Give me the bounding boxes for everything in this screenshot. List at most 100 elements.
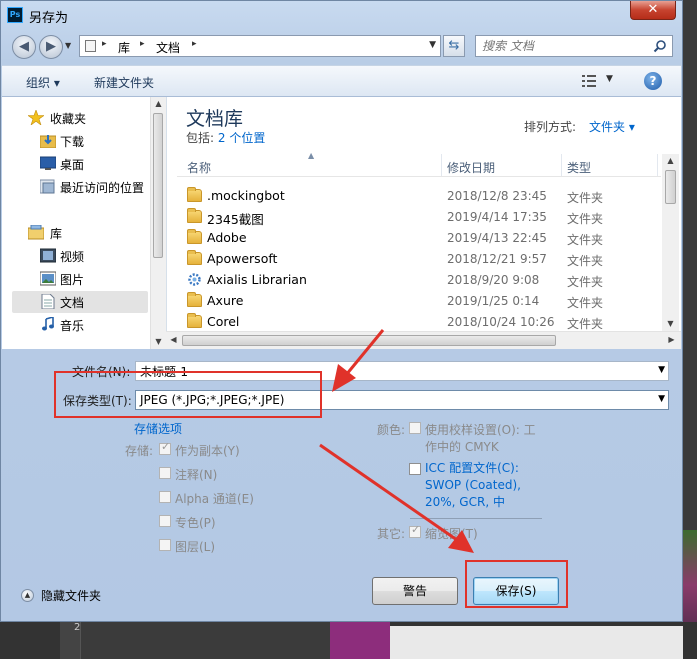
back-button[interactable]: ◀ [12,35,36,59]
view-options-icon[interactable] [582,75,596,87]
sidebar-item-music[interactable]: 音乐 [2,314,150,336]
file-type: 文件夹 [567,233,604,247]
breadcrumb-documents[interactable]: 文档 [156,39,180,56]
forward-button[interactable]: ▶ [39,35,63,59]
sidebar-item-libraries[interactable]: 库 [2,222,150,244]
scroll-up-arrow[interactable]: ▲ [662,154,679,168]
help-icon[interactable]: ? [644,72,662,90]
scroll-down-arrow[interactable]: ▼ [662,317,679,331]
close-button[interactable]: ✕ [630,1,676,20]
chevron-down-icon[interactable]: ▼ [658,365,665,375]
gear-folder-icon [188,273,201,286]
view-dropdown-icon[interactable]: ▼ [606,74,613,84]
scroll-left-arrow[interactable]: ◀ [166,333,181,347]
scroll-thumb[interactable] [153,113,163,258]
as-copy-label: 作为副本(Y) [175,444,240,458]
file-row[interactable]: Axure 2019/1/25 0:14 文件夹 [177,291,661,312]
sidebar-item-desktop[interactable]: 桌面 [2,153,150,175]
file-row[interactable]: Axialis Librarian 2018/9/20 9:08 文件夹 [177,270,661,291]
file-date: 2018/12/21 9:57 [447,252,547,266]
file-row[interactable]: Apowersoft 2018/12/21 9:57 文件夹 [177,249,661,270]
save-options-link[interactable]: 存储选项 [134,420,182,437]
sidebar-item-downloads[interactable]: 下载 [2,130,150,152]
proof-setup-label-line2: 作中的 CMYK [425,440,499,454]
background-document [390,626,683,659]
file-row[interactable]: Corel 2018/10/24 10:26 文件夹 [177,312,661,333]
title-bar[interactable]: Ps 另存为 ✕ [1,1,682,31]
locations-link[interactable]: 2 个位置 [218,131,265,145]
annotations-checkbox[interactable] [159,467,171,479]
video-icon [40,248,56,263]
column-type[interactable]: 类型 [567,159,591,176]
scroll-down-arrow[interactable]: ▼ [151,335,166,349]
recent-pages-dropdown[interactable]: ▼ [65,41,71,50]
proof-setup-checkbox[interactable] [409,422,421,434]
file-row[interactable]: 2345截图 2019/4/14 17:35 文件夹 [177,207,661,228]
new-folder-button[interactable]: 新建文件夹 [94,74,154,91]
file-name: Adobe [207,230,247,245]
file-type: 文件夹 [567,254,604,268]
chevron-right-icon[interactable]: ▸ [140,39,145,49]
warning-button[interactable]: 警告 [372,577,458,605]
column-date[interactable]: 修改日期 [447,159,495,176]
chevron-right-icon[interactable]: ▸ [102,39,107,49]
file-row[interactable]: Adobe 2019/4/13 22:45 文件夹 [177,228,661,249]
address-dropdown-icon[interactable]: ▼ [429,40,436,50]
library-includes: 包括: 2 个位置 [186,129,265,146]
refresh-button[interactable]: ⇆ [443,35,465,57]
file-name: Corel [207,314,240,329]
color-label: 颜色: [377,423,406,437]
sidebar-item-recent[interactable]: 最近访问的位置 [2,176,150,198]
other-label: 其它: [377,527,406,541]
sidebar-item-pictures[interactable]: 图片 [2,268,150,290]
file-name: 2345截图 [207,212,264,227]
alpha-channels-checkbox[interactable] [159,491,171,503]
organize-button[interactable]: 组织 ▾ [26,74,60,91]
chevron-right-icon[interactable]: ▸ [192,39,197,49]
file-type: 文件夹 [567,275,604,289]
file-type: 文件夹 [567,191,604,205]
thumbnail-checkbox[interactable] [409,523,421,538]
sidebar-item-favorites[interactable]: 收藏夹 [2,107,150,129]
sidebar-scrollbar[interactable]: ▲ ▼ [150,97,166,349]
as-copy-checkbox[interactable] [159,440,171,455]
column-divider[interactable] [561,154,562,176]
scroll-up-arrow[interactable]: ▲ [151,97,166,111]
column-divider[interactable] [441,154,442,176]
arrange-by-label: 排列方式: [524,120,577,134]
column-divider[interactable] [657,154,658,176]
music-icon [42,317,54,331]
address-bar[interactable]: ▸ 库 ▸ 文档 ▸ ▼ [79,35,441,57]
chevron-down-icon[interactable]: ▼ [658,394,665,404]
layers-checkbox[interactable] [159,539,171,551]
file-list-scrollbar[interactable]: ▲ ▼ [662,154,679,335]
alpha-channels-label: Alpha 通道(E) [175,492,254,506]
sidebar-item-videos[interactable]: 视频 [2,245,150,267]
search-input[interactable] [482,39,642,53]
sidebar-item-documents[interactable]: 文档 [12,291,148,313]
file-row[interactable]: .mockingbot 2018/12/8 23:45 文件夹 [177,186,661,207]
scroll-right-arrow[interactable]: ▶ [664,333,679,347]
document-icon [41,294,55,309]
horizontal-scrollbar[interactable]: ◀ ▶ [166,331,681,349]
search-box[interactable] [475,35,673,57]
file-date: 2018/12/8 23:45 [447,189,547,203]
scroll-thumb[interactable] [665,170,676,204]
background-canvas-color [330,622,390,659]
breadcrumb-library[interactable]: 库 [118,39,130,56]
spot-colors-checkbox[interactable] [159,515,171,527]
sort-up-icon: ▲ [308,151,315,160]
scroll-thumb[interactable] [182,335,556,346]
search-icon[interactable] [653,39,667,53]
navigation-pane: 收藏夹 下载 桌面 最近访问的位置 库 视频 图片 文档 音乐 ▲ ▼ [2,97,167,349]
column-name[interactable]: 名称 [187,159,211,176]
library-icon [85,40,96,52]
folder-icon [187,208,202,223]
icc-profile-checkbox[interactable] [409,463,421,475]
toolbar: 组织 ▾ 新建文件夹 ▼ ? [2,65,681,97]
icc-profile-label-line2: SWOP (Coated), [425,478,521,492]
file-date: 2018/10/24 10:26 [447,315,555,329]
arrange-by-dropdown[interactable]: 文件夹 ▾ [589,118,635,135]
sidebar-item-label: 收藏夹 [50,112,87,126]
file-type: 文件夹 [567,317,604,331]
